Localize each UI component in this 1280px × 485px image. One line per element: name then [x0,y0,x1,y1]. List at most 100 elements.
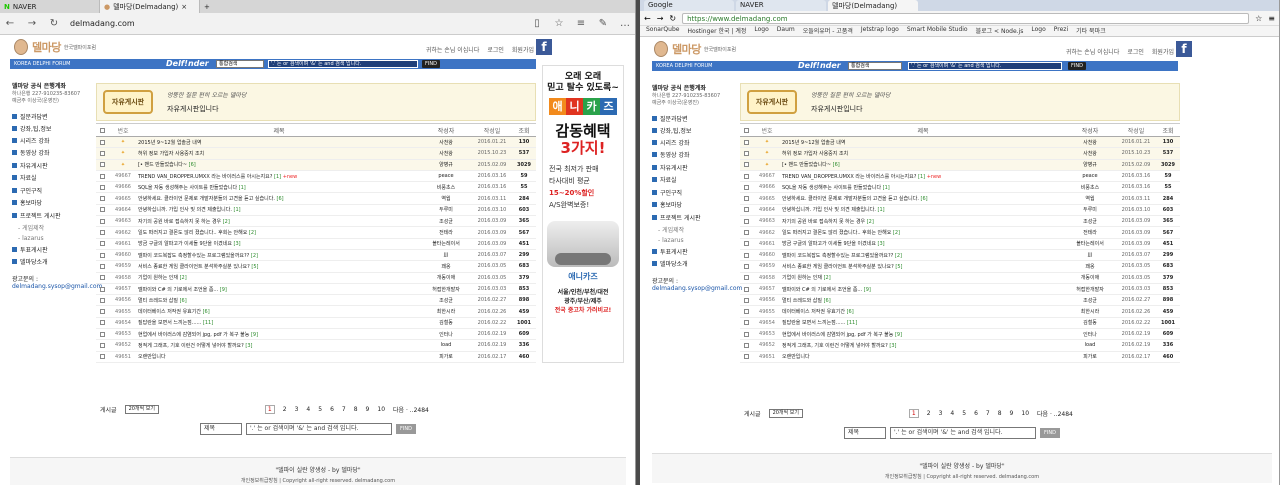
post-title[interactable]: 델파이 코드복잡도 측정할수있는 프로그램있을까요?? [2] [782,252,1064,259]
row-checkbox[interactable] [99,184,105,190]
bookmark[interactable]: Smart Mobile Studio [907,26,968,36]
post-title[interactable]: 안녕하세요. 클라이언 문제로 개발자분들의 고견을 듣고 싶습니다. [6] [782,195,1064,202]
sidebar-item[interactable]: 질문과답변 [652,114,732,123]
sidebar-subitem[interactable]: - 게임제작 [652,225,732,234]
sidebar-item[interactable]: 프로젝트 게시판 [12,211,92,220]
row-checkbox[interactable] [743,207,749,213]
post-author[interactable]: 조성균 [420,297,472,304]
post-author[interactable]: load [420,342,472,348]
table-row[interactable]: 49667 TREND VAN_DROPPER.UMXX 라는 바이러스를 아시는… [96,171,536,183]
post-author[interactable]: 전테라 [420,229,472,236]
table-row[interactable]: 49659 서비스 종료한 게임 클라이언트 분석하주실분 있나요? [5] 꽤옹… [740,261,1180,273]
table-row[interactable]: 49663 자기의 공원 바로 접속하지 못 하는 경우 [2] 조성균 2016.… [96,216,536,228]
row-checkbox[interactable] [743,241,749,247]
refresh-icon[interactable]: ↻ [48,18,60,29]
bookmark[interactable]: Prezi [1054,26,1068,36]
login-link[interactable]: 로그인 [1127,47,1144,56]
sidebar-item[interactable]: 질문과답변 [12,112,92,121]
tab-google[interactable]: Google [644,0,734,11]
page-link[interactable]: 3 [939,410,943,417]
table-row[interactable]: 49659 서비스 종료한 게임 클라이언트 분석하주실분 있나요? [5] 꽤옹… [96,261,536,273]
row-checkbox[interactable] [99,263,105,269]
table-row[interactable]: 49653 현업에서 바이러스에 감염되어 jpg, pdf 가 복구 불능 [9… [96,329,536,341]
row-checkbox[interactable] [99,252,105,258]
post-author[interactable]: 두루미 [1064,206,1116,213]
menu-icon[interactable]: ≡ [1268,14,1275,23]
post-author[interactable]: 역웜 [1064,195,1116,202]
post-author[interactable]: 볼타는레이서 [420,240,472,247]
post-title[interactable]: [• 밴드 만들었습니다~ [6] [782,161,1064,168]
sidebar-subitem[interactable]: - lazarus [12,235,92,242]
row-checkbox[interactable] [99,207,105,213]
table-row[interactable]: 49658 기업이 원하는 인재 [2] 개동이애 2016.03.05 379 [96,273,536,284]
sidebar-item[interactable]: 구인구직 [652,188,732,197]
post-title[interactable]: [• 밴드 만들었습니다~ [6] [138,161,420,168]
page-link[interactable]: 2 [283,406,287,413]
post-title[interactable]: 자기의 공원 바로 접속하지 못 하는 경우 [2] [138,218,420,225]
table-row[interactable]: 49653 현업에서 바이러스에 감염되어 jpg, pdf 가 복구 불능 [9… [740,329,1180,341]
page-link[interactable]: 9 [366,406,370,413]
table-row[interactable]: 49656 멀티 쓰레드와 삽질 [6] 조성균 2016.02.27 898 [96,295,536,307]
post-title[interactable]: 기업이 원하는 인재 [2] [138,274,420,281]
row-checkbox[interactable] [99,150,105,156]
table-row[interactable]: 49652 정적게 그래프, 기호 이런건 어떻게 넣어야 할까요? [3] lo… [96,340,536,352]
facebook-icon[interactable]: f [536,39,552,55]
post-author[interactable]: 볼타는레이서 [1064,240,1116,247]
free-board-button[interactable]: 자유게시판 [103,90,153,114]
address-bar[interactable]: https://www.delmadang.com [682,12,1250,24]
page-link[interactable]: 2 [927,410,931,417]
table-row[interactable]: 49660 델파이 코드복잡도 측정할수있는 프로그램있을까요?? [2] jjj… [96,250,536,262]
ad-email-link[interactable]: delmadang.sysop@gmail.com [652,285,742,292]
sidebar-item[interactable]: 프로젝트 게시판 [652,213,732,222]
signup-link[interactable]: 회원가입 [512,45,534,54]
page-link[interactable]: 4 [306,406,310,413]
post-author[interactable]: 인터나 [1064,331,1116,338]
post-title[interactable]: 정적게 그래프, 기호 이런건 어떻게 넣어야 할까요? [3] [782,342,1064,349]
table-row[interactable]: 49656 멀티 쓰레드와 삽질 [6] 조성균 2016.02.27 898 [740,295,1180,307]
sidebar-item[interactable]: 투표게시판 [652,247,732,256]
sidebar-item[interactable]: 시리즈 강좌 [652,138,732,147]
row-checkbox[interactable] [99,354,105,360]
post-author[interactable]: 허접한개발자 [1064,286,1116,293]
search-scope-select[interactable]: 통합검색 [848,62,902,70]
sidebar-item[interactable]: 강좌,팁,정보 [12,124,92,133]
row-checkbox[interactable] [743,354,749,360]
post-title[interactable]: 질답란을 보면서 느끼는점...... [11] [138,319,420,326]
row-checkbox[interactable] [99,320,105,326]
post-title[interactable]: 멀티 쓰레드와 삽질 [6] [782,297,1064,304]
bottom-search-input[interactable]: '.' 는 or 검색이며 '&' 는 and 검색 입니다. [890,427,1036,439]
next-page-link[interactable]: 다음 · ..2484 [1037,409,1073,418]
per-page-select[interactable]: 20개씩 보기 [124,405,159,414]
row-checkbox[interactable] [99,139,105,145]
row-checkbox[interactable] [99,230,105,236]
site-logo[interactable]: 델마당 [32,39,61,55]
post-author[interactable]: 개동이애 [420,274,472,281]
table-row[interactable]: ✦ [• 밴드 만들었습니다~ [6] 양병규 2015.02.09 3029 [96,159,536,171]
hub-icon[interactable]: ≡ [575,18,587,29]
post-title[interactable]: 2015년 9~12월 업솔금 내역 [138,139,420,146]
post-author[interactable]: 조성균 [1064,297,1116,304]
row-checkbox[interactable] [743,162,749,168]
table-row[interactable]: ✦ 허위 정보 가입자 사용중지 조치 사천왕 2015.10.23 537 [96,148,536,160]
post-author[interactable]: 피가로 [420,353,472,360]
post-title[interactable]: 정적게 그래프, 기호 이런건 어떻게 넣어야 할까요? [3] [138,342,420,349]
bottom-find-button[interactable]: FIND [1040,428,1060,438]
bookmark[interactable]: Daum [777,26,795,36]
post-author[interactable]: load [1064,342,1116,348]
sidebar-item[interactable]: 델마당소개 [12,257,92,266]
favorite-star-icon[interactable]: ☆ [553,18,565,29]
row-checkbox[interactable] [99,309,105,315]
sidebar-item[interactable]: 투표게시판 [12,245,92,254]
page-link[interactable]: 4 [950,410,954,417]
sidebar-item[interactable]: 홍보마당 [652,200,732,209]
post-title[interactable]: 방금 구글의 알파고가 이세돌 9단을 이겼네요 [3] [138,240,420,247]
table-row[interactable]: 49666 SQL을 자동 생성해주는 사이트를 만들었습니다 [1] 비풍초스 2… [740,182,1180,194]
page-link[interactable]: 9 [1010,410,1014,417]
post-title[interactable]: 허위 정보 가입자 사용중지 조치 [782,150,1064,157]
page-link[interactable]: 7 [342,406,346,413]
row-checkbox[interactable] [743,218,749,224]
post-title[interactable]: SQL을 자동 생성해주는 사이트를 만들었습니다 [1] [138,184,420,191]
post-title[interactable]: 기업이 원하는 인재 [2] [782,274,1064,281]
table-row[interactable]: 49661 방금 구글의 알파고가 이세돌 9단을 이겼네요 [3] 볼타는레이서… [96,239,536,250]
page-link[interactable]: 8 [354,406,358,413]
